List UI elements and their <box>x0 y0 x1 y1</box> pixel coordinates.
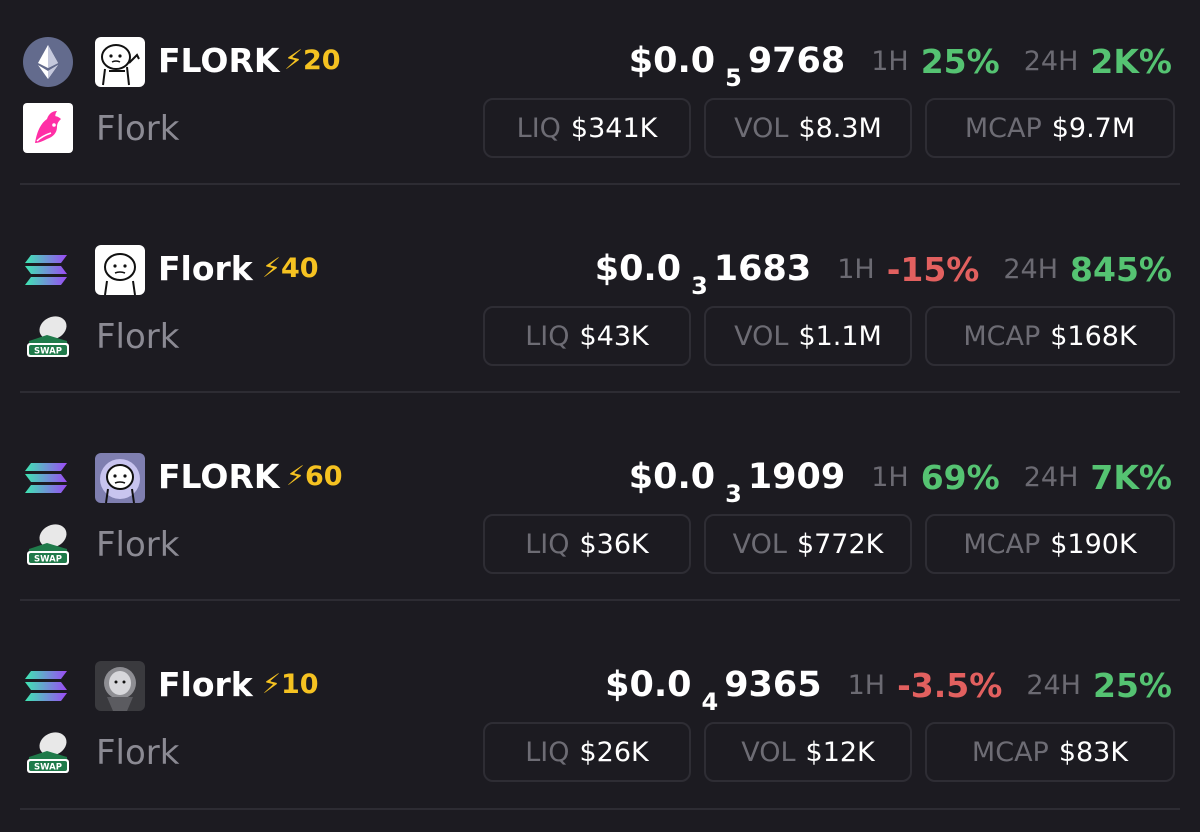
row-divider <box>20 183 1180 185</box>
token-avatar-icon <box>95 37 145 87</box>
token-symbol: Flork <box>158 249 253 288</box>
solana-icon <box>25 463 67 493</box>
solana-icon <box>25 671 67 701</box>
ethereum-icon <box>23 37 73 87</box>
price-stats: $0.0 3 1683 1H -15% 24H 845% <box>594 244 1172 300</box>
volume-pill: VOL $8.3M <box>704 98 912 158</box>
svg-text:SWAP: SWAP <box>34 763 62 773</box>
liquidity-pill: LIQ $36K <box>483 514 691 574</box>
price-stats: $0.0 4 9365 1H -3.5% 24H 25% <box>605 660 1172 716</box>
volume-pill: VOL $12K <box>704 722 912 782</box>
market-cap-pill: MCAP $168K <box>925 306 1175 366</box>
token-avatar-icon <box>95 661 145 711</box>
token-metrics: LIQ $36K VOL $772K MCAP $190K <box>483 514 1175 574</box>
token-metrics: LIQ $341K VOL $8.3M MCAP $9.7M <box>483 98 1175 158</box>
change-24h-label: 24H <box>1023 45 1079 77</box>
token-row[interactable]: FLORK ⚡20 Flork $0.0 5 9768 1H 25% 24H 2K%… <box>0 0 1200 208</box>
token-name: Flork <box>96 733 180 773</box>
volume-pill: VOL $772K <box>704 514 912 574</box>
token-name: Flork <box>96 525 180 565</box>
token-name: Flork <box>96 109 180 149</box>
market-cap-pill: MCAP $190K <box>925 514 1175 574</box>
token-name: Flork <box>96 317 180 357</box>
change-24h-label: 24H <box>1023 461 1079 493</box>
change-1h-label: 1H <box>837 253 875 285</box>
uniswap-icon <box>23 103 73 153</box>
boost-badge: ⚡40 <box>262 253 319 284</box>
row-divider <box>20 599 1180 601</box>
svg-text:SWAP: SWAP <box>34 555 62 565</box>
change-1h-label: 1H <box>847 669 886 701</box>
token-symbol: FLORK <box>158 41 280 80</box>
liquidity-pill: LIQ $341K <box>483 98 691 158</box>
change-24h-label: 24H <box>1026 669 1081 701</box>
price-zero-count: 4 <box>701 688 719 716</box>
change-1h-label: 1H <box>871 45 909 77</box>
row-divider <box>20 391 1180 393</box>
change-1h-value: 25% <box>920 41 1000 81</box>
market-cap-pill: MCAP $83K <box>925 722 1175 782</box>
volume-pill: VOL $1.1M <box>704 306 912 366</box>
swap-icon: SWAP <box>27 316 69 357</box>
price-zero-count: 3 <box>691 272 708 300</box>
token-list: FLORK ⚡20 Flork $0.0 5 9768 1H 25% 24H 2K%… <box>0 0 1200 813</box>
change-24h-value: 845% <box>1070 249 1172 289</box>
row-divider <box>20 808 1180 810</box>
change-24h-value: 7K% <box>1090 457 1172 497</box>
boost-badge: ⚡20 <box>284 45 341 76</box>
change-24h-value: 25% <box>1093 665 1172 705</box>
svg-text:SWAP: SWAP <box>34 347 62 357</box>
change-24h-value: 2K% <box>1090 41 1172 81</box>
change-1h-value: 69% <box>920 457 1000 497</box>
solana-icon <box>25 255 67 285</box>
token-avatar-icon <box>95 453 145 503</box>
token-metrics: LIQ $43K VOL $1.1M MCAP $168K <box>483 306 1175 366</box>
token-price: $0.0 3 1909 <box>628 457 846 508</box>
liquidity-pill: LIQ $43K <box>483 306 691 366</box>
token-metrics: LIQ $26K VOL $12K MCAP $83K <box>483 722 1175 782</box>
token-symbol: FLORK <box>158 457 280 496</box>
price-stats: $0.0 5 9768 1H 25% 24H 2K% <box>628 36 1172 92</box>
boost-badge: ⚡60 <box>286 461 343 492</box>
token-symbol: Flork <box>158 665 253 704</box>
price-stats: $0.0 3 1909 1H 69% 24H 7K% <box>628 452 1172 508</box>
change-1h-value: -3.5% <box>897 665 1003 705</box>
price-zero-count: 5 <box>725 64 742 92</box>
token-price: $0.0 4 9365 <box>605 665 822 716</box>
price-zero-count: 3 <box>725 480 742 508</box>
swap-icon: SWAP <box>27 524 69 565</box>
change-1h-label: 1H <box>871 461 909 493</box>
boost-badge: ⚡10 <box>262 669 319 700</box>
token-row[interactable]: SWAP Flork ⚡10 Flork $0.0 4 9365 1H -3.5% … <box>0 624 1200 832</box>
change-1h-value: -15% <box>886 249 980 289</box>
token-row[interactable]: SWAP Flork ⚡40 Flork $0.0 3 1683 1H -15% 2… <box>0 208 1200 416</box>
token-row[interactable]: SWAP FLORK ⚡60 Flork $0.0 3 1909 1H 69% 24… <box>0 416 1200 624</box>
token-price: $0.0 3 1683 <box>594 249 812 300</box>
swap-icon: SWAP <box>27 732 69 773</box>
change-24h-label: 24H <box>1003 253 1059 285</box>
token-price: $0.0 5 9768 <box>628 41 846 92</box>
liquidity-pill: LIQ $26K <box>483 722 691 782</box>
market-cap-pill: MCAP $9.7M <box>925 98 1175 158</box>
token-avatar-icon <box>95 245 145 295</box>
